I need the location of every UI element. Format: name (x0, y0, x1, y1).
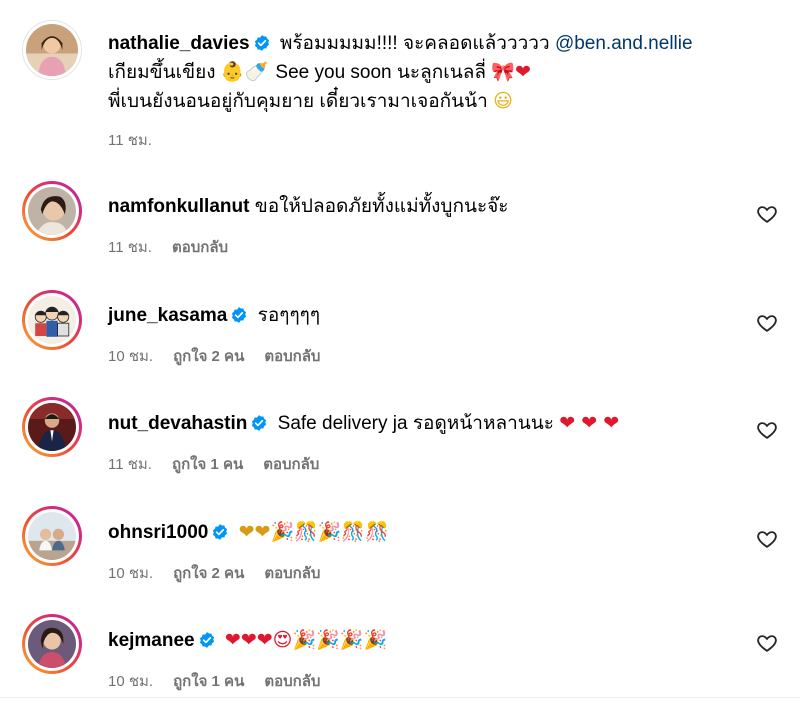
comment-text: ขอให้ปลอดภัยทั้งแม่ทั้งบูกนะจ๊ะ (254, 196, 509, 217)
avatar[interactable] (22, 20, 82, 80)
avatar-photo (28, 187, 76, 235)
verified-badge-icon (230, 306, 248, 324)
likes-count-link[interactable]: ถูกใจ 1 คน (172, 456, 243, 473)
avatar[interactable] (22, 290, 82, 350)
avatar-photo (28, 403, 76, 451)
divider (0, 697, 800, 698)
comment-item: ohnsri1000 ❤❤🎉🎊🎉🎊🎊 10 ชม. ถูกใจ 2 คน ตอบกล… (22, 506, 800, 596)
reply-button[interactable]: ตอบกลับ (264, 673, 320, 690)
avatar[interactable] (22, 181, 82, 241)
grin-emoji: 😃 (493, 90, 513, 112)
comment-item: nut_devahastin Safe delivery ja รอดูหน้า… (22, 397, 800, 487)
hearts-emoji: ❤ ❤ ❤ (559, 412, 620, 434)
comment-text: Safe delivery ja รอดูหน้าหลานนะ (277, 413, 554, 434)
caption-text-line3: พี่เบนยังนอนอยู่กับคุมยาย เดี๋ยวเรามาเจอ… (108, 91, 488, 112)
avatar-photo (28, 512, 76, 560)
comment-text: รอๆๆๆๆ (257, 305, 321, 326)
avatar-photo (28, 296, 76, 344)
verified-badge-icon (211, 523, 229, 541)
baby-bottle-emoji: 👶🍼 (220, 61, 269, 83)
avatar[interactable] (22, 506, 82, 566)
like-heart-icon[interactable] (756, 632, 778, 654)
reply-button[interactable]: ตอบกลับ (264, 348, 320, 365)
comment-item: kejmanee ❤❤❤😍🎉🎉🎉🎉 10 ชม. ถูกใจ 1 คน ตอบกลั… (22, 614, 800, 704)
verified-badge-icon (250, 414, 268, 432)
comment-timestamp[interactable]: 10 ชม. (108, 565, 153, 582)
caption-timestamp[interactable]: 11 ชม. (108, 132, 152, 149)
comment-timestamp[interactable]: 11 ชม. (108, 456, 152, 473)
caption-text-line2a: เกียมขึ้นเขียง (108, 62, 216, 83)
caption-mention-link[interactable]: @ben.and.nellie (555, 33, 693, 54)
celebration-emoji: ❤❤🎉🎊🎉🎊🎊 (238, 521, 389, 543)
comment-username[interactable]: namfonkullanut (108, 196, 249, 217)
reply-button[interactable]: ตอบกลับ (264, 565, 320, 582)
like-heart-icon[interactable] (756, 203, 778, 225)
ribbon-heart-emoji: 🎀❤ (491, 61, 531, 83)
caption-text-line1: พร้อมมมมม!!!! จะคลอดแล้ววววว (279, 33, 550, 54)
caption-text-line2b: See you soon นะลูกเนลลี่ (275, 62, 487, 83)
comment-username[interactable]: ohnsri1000 (108, 522, 208, 543)
verified-badge-icon (253, 34, 271, 52)
likes-count-link[interactable]: ถูกใจ 2 คน (173, 348, 244, 365)
like-heart-icon[interactable] (756, 312, 778, 334)
comment-timestamp[interactable]: 10 ชม. (108, 348, 153, 365)
avatar-photo (26, 24, 78, 76)
comment-timestamp[interactable]: 10 ชม. (108, 673, 153, 690)
reply-button[interactable]: ตอบกลับ (172, 239, 228, 256)
avatar[interactable] (22, 614, 82, 674)
hearts-party-emoji: ❤❤❤😍🎉🎉🎉🎉 (224, 629, 388, 651)
like-heart-icon[interactable] (756, 528, 778, 550)
avatar[interactable] (22, 397, 82, 457)
comment-username[interactable]: nut_devahastin (108, 413, 247, 434)
caption-username[interactable]: nathalie_davies (108, 33, 250, 54)
comment-timestamp[interactable]: 11 ชม. (108, 239, 152, 256)
comment-item: june_kasama รอๆๆๆๆ 10 ชม. ถูกใจ 2 คน ตอบกล… (22, 290, 800, 380)
like-heart-icon[interactable] (756, 419, 778, 441)
comment-username[interactable]: kejmanee (108, 630, 195, 651)
comment-item: namfonkullanut ขอให้ปลอดภัยทั้งแม่ทั้งบู… (22, 181, 800, 271)
reply-button[interactable]: ตอบกลับ (263, 456, 319, 473)
likes-count-link[interactable]: ถูกใจ 1 คน (173, 673, 244, 690)
avatar-photo (28, 620, 76, 668)
comment-username[interactable]: june_kasama (108, 305, 227, 326)
likes-count-link[interactable]: ถูกใจ 2 คน (173, 565, 244, 582)
verified-badge-icon (198, 631, 216, 649)
